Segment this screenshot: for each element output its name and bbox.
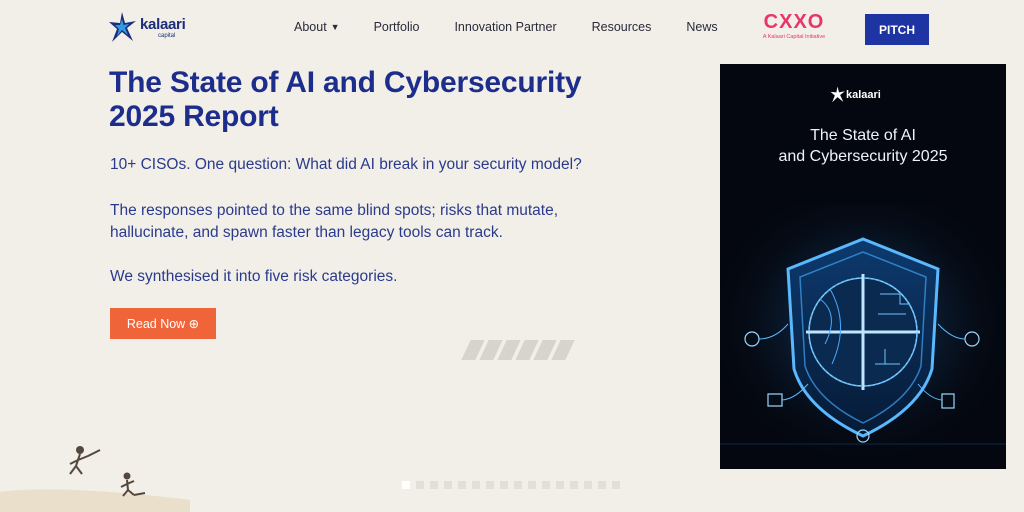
carousel-dot-10[interactable] xyxy=(528,481,536,489)
kalaari-logo[interactable]: kalaari capital xyxy=(108,10,188,46)
carousel-dot-6[interactable] xyxy=(472,481,480,489)
nav-about-label: About xyxy=(294,20,327,34)
nav-news[interactable]: News xyxy=(686,20,717,34)
shield-illustration xyxy=(720,204,1006,469)
page-title: The State of AI and Cybersecurity 2025 R… xyxy=(109,66,669,134)
kalaari-star-icon xyxy=(830,86,845,103)
kalaari-star-icon xyxy=(109,12,136,42)
carousel-dot-16[interactable] xyxy=(612,481,620,489)
intro-paragraph: 10+ CISOs. One question: What did AI bre… xyxy=(110,156,582,173)
read-now-button[interactable]: Read Now ⊕ xyxy=(110,308,216,339)
carousel-dot-3[interactable] xyxy=(430,481,438,489)
carousel-dot-4[interactable] xyxy=(444,481,452,489)
cover-logo: kalaari xyxy=(830,86,881,104)
cover-title-line-2: and Cybersecurity 2025 xyxy=(778,148,948,165)
nav-about[interactable]: About ▼ xyxy=(294,20,340,34)
carousel-dot-1[interactable] xyxy=(402,481,410,489)
nav-innovation-partner[interactable]: Innovation Partner xyxy=(454,20,556,34)
running-figures-illustration xyxy=(0,446,190,512)
cxxo-logo[interactable]: CXXO A Kalaari Capital Initiative xyxy=(758,12,830,42)
logo-subtitle: capital xyxy=(158,33,176,39)
carousel-dot-9[interactable] xyxy=(514,481,522,489)
carousel-dot-13[interactable] xyxy=(570,481,578,489)
carousel-dot-14[interactable] xyxy=(584,481,592,489)
title-line-2: 2025 Report xyxy=(109,100,279,133)
title-line-1: The State of AI and Cybersecurity xyxy=(109,66,582,99)
carousel-dot-7[interactable] xyxy=(486,481,494,489)
nav-resources[interactable]: Resources xyxy=(592,20,652,34)
carousel-dot-8[interactable] xyxy=(500,481,508,489)
decorative-stripes xyxy=(461,340,575,360)
carousel-dot-15[interactable] xyxy=(598,481,606,489)
pitch-button[interactable]: PITCH xyxy=(865,14,929,45)
carousel-dot-12[interactable] xyxy=(556,481,564,489)
cxxo-tagline: A Kalaari Capital Initiative xyxy=(762,34,826,40)
findings-paragraph: The responses pointed to the same blind … xyxy=(110,202,559,241)
cover-title-line-1: The State of AI xyxy=(810,127,916,144)
nav-portfolio[interactable]: Portfolio xyxy=(374,20,420,34)
carousel-dot-5[interactable] xyxy=(458,481,466,489)
summary-paragraph: We synthesised it into five risk categor… xyxy=(110,268,398,285)
logo-wordmark: kalaari xyxy=(140,16,186,33)
carousel-dot-2[interactable] xyxy=(416,481,424,489)
cxxo-wordmark: CXXO xyxy=(763,11,825,33)
cover-logo-word: kalaari xyxy=(846,89,881,101)
main-nav: About ▼ Portfolio Innovation Partner Reso… xyxy=(294,20,718,34)
chevron-down-icon: ▼ xyxy=(330,22,340,32)
carousel-dot-11[interactable] xyxy=(542,481,550,489)
report-cover-image[interactable]: kalaari The State of AI and Cybersecurit… xyxy=(720,64,1006,469)
carousel-pagination xyxy=(402,481,620,489)
